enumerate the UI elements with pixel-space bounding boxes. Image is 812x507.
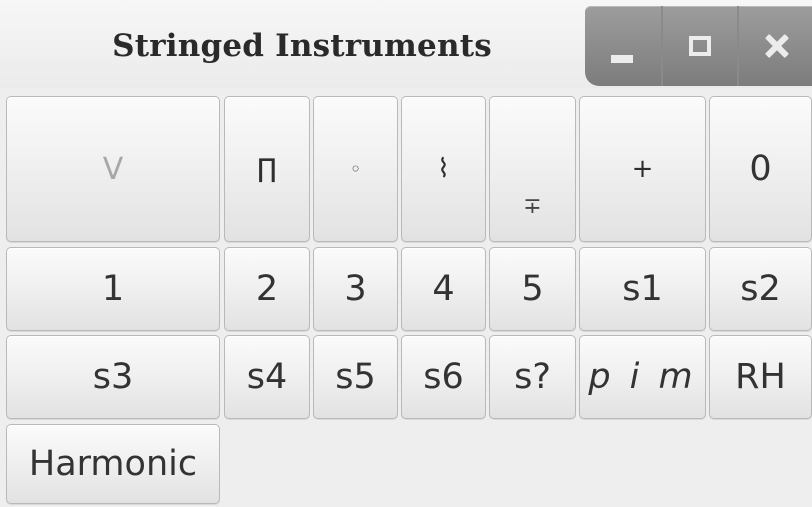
finger-4-button[interactable]: 4 [401,247,486,331]
stopped-icon: ∓ [523,194,542,219]
open-string-button[interactable]: 0 [709,96,812,242]
pim-label: p i m [588,357,697,397]
finger-3-label: 3 [344,269,367,309]
string-custom-label: s? [514,357,551,397]
maximize-button[interactable] [661,6,737,86]
stringed-instruments-window: Stringed Instruments V ∏ ◦ ⌇ ∓ + 0 1 2 3… [0,0,812,507]
finger-5-button[interactable]: 5 [489,247,576,331]
maximize-icon [689,36,711,56]
string-4-label: s4 [246,357,288,397]
harmonic-button[interactable]: Harmonic [6,424,220,504]
up-bow-icon: V [102,151,124,187]
string-2-label: s2 [740,269,781,309]
minimize-button[interactable] [585,6,659,86]
right-hand-button[interactable]: RH [709,335,812,419]
plus-button[interactable]: + [579,96,706,242]
finger-2-label: 2 [255,269,279,309]
harmonic-label: Harmonic [28,444,198,484]
finger-1-label: 1 [101,269,125,309]
arpeggio-button[interactable]: ⌇ [401,96,486,242]
string-2-button[interactable]: s2 [709,247,812,331]
down-bow-button[interactable]: ∏ [224,96,310,242]
arpeggio-icon: ⌇ [437,154,450,184]
finger-5-label: 5 [521,269,544,309]
harmonic-circle-button[interactable]: ◦ [313,96,398,242]
close-button[interactable] [737,6,812,86]
open-string-icon: 0 [749,149,772,189]
string-6-button[interactable]: s6 [401,335,486,419]
string-3-button[interactable]: s3 [6,335,220,419]
finger-4-label: 4 [432,269,455,309]
plus-icon: + [631,154,654,184]
string-4-button[interactable]: s4 [224,335,310,419]
finger-1-button[interactable]: 1 [6,247,220,331]
window-controls [585,6,812,86]
string-6-label: s6 [423,357,464,397]
down-bow-icon: ∏ [257,154,277,184]
window-title: Stringed Instruments [112,28,492,64]
harmonic-circle-icon: ◦ [349,157,362,181]
string-5-label: s5 [335,357,376,397]
stopped-button[interactable]: ∓ [489,96,576,242]
finger-3-button[interactable]: 3 [313,247,398,331]
pim-button[interactable]: p i m [579,335,706,419]
title-bar[interactable]: Stringed Instruments [0,0,812,88]
string-5-button[interactable]: s5 [313,335,398,419]
string-3-label: s3 [92,357,134,397]
string-custom-button[interactable]: s? [489,335,576,419]
string-1-button[interactable]: s1 [579,247,706,331]
minimize-icon [611,55,633,63]
finger-2-button[interactable]: 2 [224,247,310,331]
right-hand-label: RH [735,357,786,397]
up-bow-button[interactable]: V [6,96,220,242]
string-1-label: s1 [622,269,663,309]
close-icon [764,33,790,59]
